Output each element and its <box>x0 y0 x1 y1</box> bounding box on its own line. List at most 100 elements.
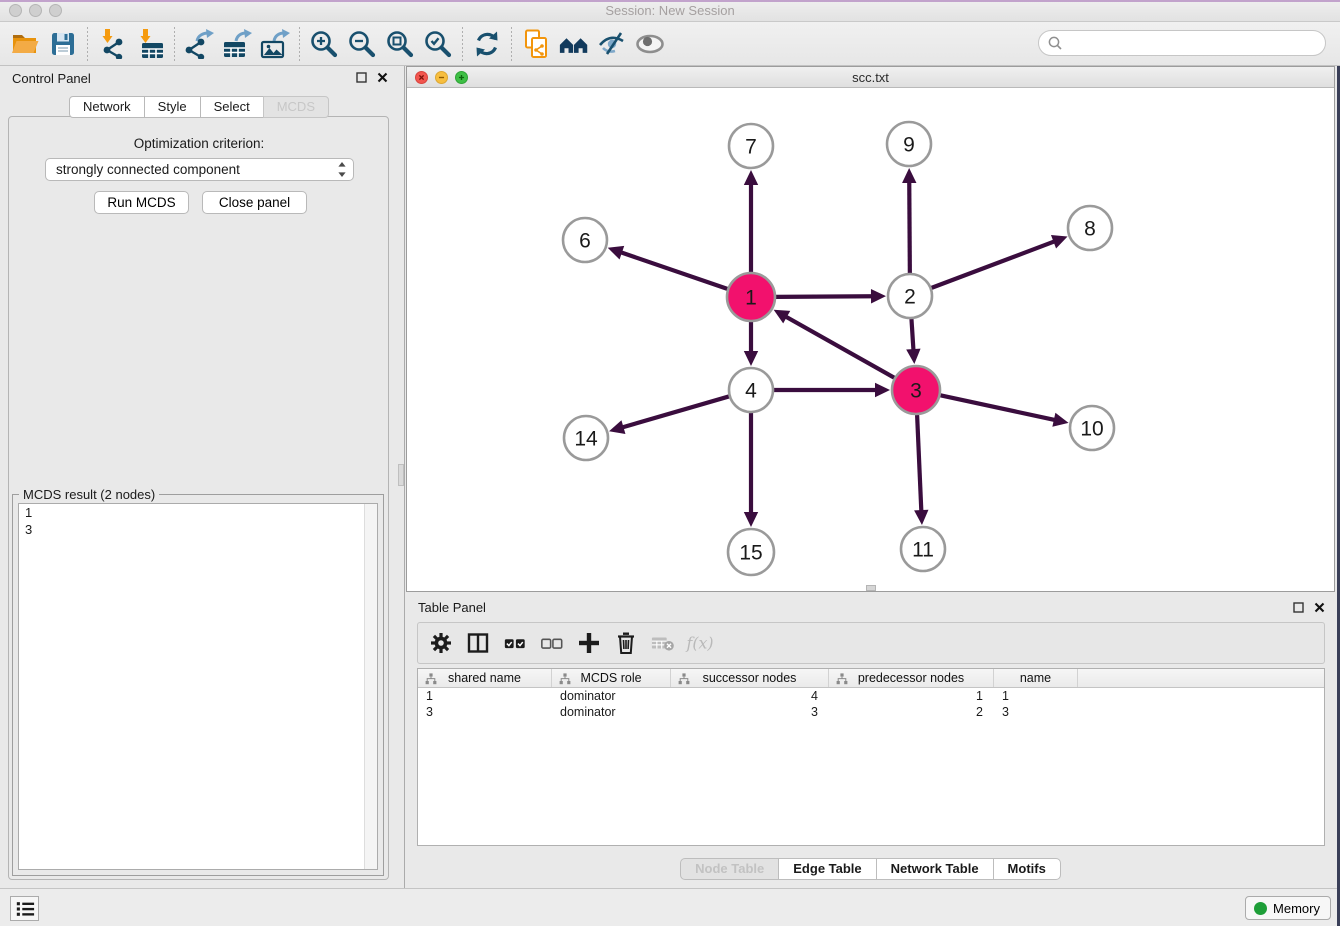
graph-edge-4-14[interactable] <box>622 396 729 427</box>
table-tab-network-table[interactable]: Network Table <box>876 858 994 880</box>
copy-current-view-button[interactable] <box>517 26 555 62</box>
edge-arrowhead <box>609 420 625 434</box>
table-cell[interactable]: 2 <box>829 704 994 720</box>
splitter-handle[interactable] <box>398 464 404 486</box>
save-floppy-icon <box>48 29 78 59</box>
table-panel-title: Table Panel <box>418 600 486 615</box>
zoom-fit-button[interactable] <box>381 26 419 62</box>
graph-edge-2-3[interactable] <box>911 319 913 351</box>
column-header-shared-name[interactable]: shared name <box>418 669 552 687</box>
table-row[interactable]: 3dominator323 <box>418 704 1324 720</box>
table-tab-motifs[interactable]: Motifs <box>993 858 1061 880</box>
unchecked-boxes-icon <box>540 631 564 655</box>
graph-edge-1-6[interactable] <box>620 252 727 289</box>
select-all-columns-button[interactable] <box>500 628 530 658</box>
optimization-criterion-select[interactable]: strongly connected component <box>45 158 354 181</box>
open-session-button[interactable] <box>6 26 44 62</box>
list-icon <box>15 900 35 918</box>
toolbar-separator <box>299 27 300 61</box>
control-tab-select[interactable]: Select <box>200 96 264 118</box>
table-settings-button[interactable] <box>426 628 456 658</box>
node-table: shared nameMCDS rolesuccessor nodesprede… <box>417 668 1325 846</box>
table-cell[interactable]: 1 <box>829 688 994 704</box>
add-column-button[interactable] <box>574 628 604 658</box>
export-table-icon <box>222 29 252 59</box>
search-field[interactable] <box>1038 30 1326 56</box>
graph-edge-3-10[interactable] <box>940 395 1055 420</box>
table-cell[interactable]: dominator <box>552 688 671 704</box>
search-input[interactable] <box>1063 33 1325 53</box>
graph-edge-3-11[interactable] <box>917 415 921 512</box>
graph-node-label: 7 <box>745 136 757 159</box>
column-tree-icon <box>836 673 848 685</box>
table-cell[interactable]: 3 <box>994 704 1078 720</box>
result-scrollbar[interactable] <box>364 504 377 869</box>
table-row[interactable]: 1dominator411 <box>418 688 1324 704</box>
delete-column-button[interactable] <box>611 628 641 658</box>
function-builder-button[interactable]: f(x) <box>685 628 715 658</box>
zoom-selected-button[interactable] <box>419 26 457 62</box>
edge-arrowhead <box>1052 413 1068 427</box>
memory-label: Memory <box>1273 901 1320 916</box>
mcds-result-group: MCDS result (2 nodes) 13 <box>12 494 384 876</box>
graph-node-label: 8 <box>1084 218 1096 241</box>
export-network-button[interactable] <box>180 26 218 62</box>
control-panel-tabs: NetworkStyleSelectMCDS <box>0 96 398 118</box>
gear-icon <box>429 631 453 655</box>
graph-node-label: 10 <box>1080 418 1103 441</box>
column-header-successor-nodes[interactable]: successor nodes <box>671 669 829 687</box>
network-canvas[interactable]: 7968124314101511 <box>407 88 1334 591</box>
table-cell[interactable]: dominator <box>552 704 671 720</box>
graph-edge-1-2[interactable] <box>776 296 873 297</box>
hide-graphics-details-button[interactable] <box>593 26 631 62</box>
column-header-predecessor-nodes[interactable]: predecessor nodes <box>829 669 994 687</box>
graph-node-label: 9 <box>903 134 915 157</box>
zoom-out-button[interactable] <box>343 26 381 62</box>
graph-edge-2-8[interactable] <box>932 241 1056 288</box>
memory-status-button[interactable]: Memory <box>1245 896 1331 920</box>
column-header-MCDS-role[interactable]: MCDS role <box>552 669 671 687</box>
import-table-button[interactable] <box>131 26 169 62</box>
network-resize-handle[interactable] <box>866 585 876 591</box>
panel-splitter[interactable] <box>398 66 405 888</box>
deselect-all-columns-button[interactable] <box>537 628 567 658</box>
export-image-button[interactable] <box>256 26 294 62</box>
export-table-button[interactable] <box>218 26 256 62</box>
table-tab-edge-table[interactable]: Edge Table <box>778 858 876 880</box>
app-title: Session: New Session <box>0 3 1340 18</box>
column-header-name[interactable]: name <box>994 669 1078 687</box>
refresh-view-button[interactable] <box>468 26 506 62</box>
import-network-button[interactable] <box>93 26 131 62</box>
show-graphics-details-button[interactable] <box>631 26 669 62</box>
zoom-out-icon <box>347 29 377 59</box>
show-columns-button[interactable] <box>463 628 493 658</box>
control-tab-mcds[interactable]: MCDS <box>263 96 329 118</box>
task-history-button[interactable] <box>10 896 39 921</box>
open-folder-icon <box>10 29 40 59</box>
table-cell[interactable]: 1 <box>418 688 552 704</box>
edge-arrowhead <box>744 170 758 185</box>
table-cell[interactable]: 4 <box>671 688 829 704</box>
close-panel-button[interactable]: Close panel <box>202 191 307 214</box>
table-cell[interactable]: 3 <box>671 704 829 720</box>
float-panel-icon[interactable] <box>356 72 367 83</box>
desktop-edge-top <box>0 0 1340 2</box>
table-cell[interactable]: 3 <box>418 704 552 720</box>
mcds-result-textarea[interactable]: 13 <box>18 503 378 870</box>
float-panel-icon[interactable] <box>1293 602 1304 613</box>
import-network-icon <box>97 29 127 59</box>
run-mcds-button[interactable]: Run MCDS <box>94 191 189 214</box>
delete-table-button[interactable] <box>648 628 678 658</box>
zoom-in-button[interactable] <box>305 26 343 62</box>
save-session-button[interactable] <box>44 26 82 62</box>
control-tab-network[interactable]: Network <box>69 96 145 118</box>
close-panel-icon[interactable] <box>377 72 388 83</box>
graph-edge-3-1[interactable] <box>785 316 894 378</box>
graph-edge-2-9[interactable] <box>909 181 910 273</box>
table-tab-node-table[interactable]: Node Table <box>680 858 779 880</box>
close-panel-icon[interactable] <box>1314 602 1325 613</box>
table-cell[interactable]: 1 <box>994 688 1078 704</box>
control-tab-style[interactable]: Style <box>144 96 201 118</box>
mcds-home-button[interactable] <box>555 26 593 62</box>
column-header-filler <box>1078 669 1324 687</box>
